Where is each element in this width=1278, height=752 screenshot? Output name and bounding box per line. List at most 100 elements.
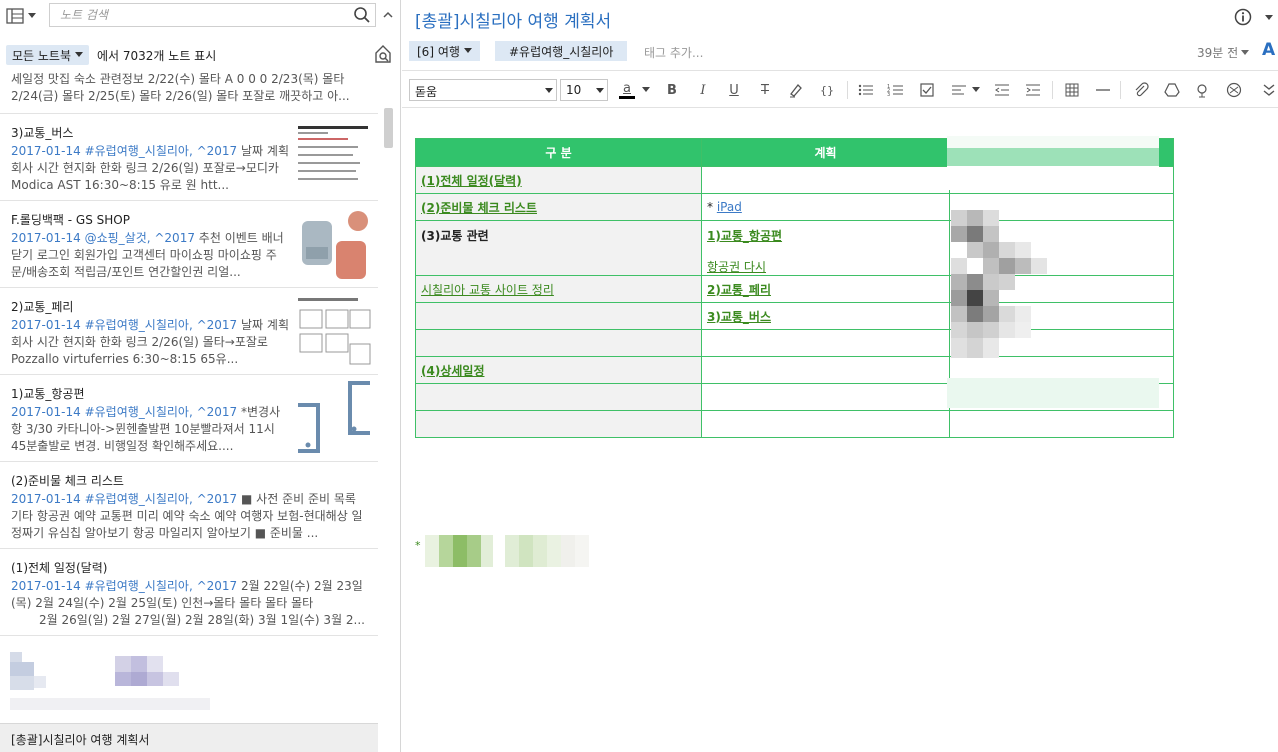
table-header-cell: 계획 <box>701 138 950 167</box>
note-date: 2017-01-14 <box>11 231 81 245</box>
outdent-icon[interactable] <box>993 81 1011 99</box>
list-item[interactable]: (1)전체 일정(달력) 2017-01-14 #유럽여행_시칠리아, ^201… <box>0 549 378 636</box>
plan-text[interactable]: iPad <box>717 200 742 214</box>
search-box <box>49 3 376 27</box>
note-date: 2017-01-14 <box>11 579 81 593</box>
search-input[interactable] <box>58 6 348 24</box>
extra-cell <box>949 383 1174 411</box>
list-item[interactable]: 3)교통_버스 2017-01-14 #유럽여행_시칠리아, ^2017 날짜 … <box>0 114 378 201</box>
tag-add-input[interactable]: 태그 추가... <box>644 44 703 61</box>
table-icon[interactable] <box>1063 81 1081 99</box>
note-thumbnail <box>296 207 372 283</box>
note-list-scrollbar[interactable] <box>384 108 393 148</box>
note-title: 2)교통_페리 <box>11 300 74 314</box>
note-title: (2)준비물 체크 리스트 <box>11 474 124 488</box>
numbered-list-icon[interactable]: 123 <box>887 81 905 99</box>
chevron-down-icon[interactable] <box>972 87 980 93</box>
font-color-button[interactable]: a <box>618 81 636 99</box>
attachment-icon[interactable] <box>1132 81 1150 99</box>
more-toolbar-icon[interactable] <box>1260 81 1278 99</box>
list-item[interactable]: 세일정 맛집 숙소 관련정보 2/22(수) 몰타 A 0 0 0 2/23(목… <box>0 73 378 114</box>
text-style-icon[interactable]: A <box>1262 40 1275 60</box>
search-icon[interactable] <box>353 6 371 24</box>
search-settings-icon[interactable] <box>373 44 393 64</box>
more-options-caret-icon[interactable] <box>1264 12 1274 22</box>
font-family-select[interactable]: 돋움 <box>409 79 557 101</box>
note-snippet: 2017-01-14 #유럽여행_시칠리아, ^2017 날짜 계획 회사 시간… <box>11 317 289 368</box>
table-row <box>415 410 1174 438</box>
encrypt-icon[interactable] <box>1225 81 1243 99</box>
category-cell: (3)교통 관련 <box>415 220 702 276</box>
note-list-pane: 모든 노트북 에서 7032개 노트 표시 세일정 맛집 숙소 관련정보 2/2… <box>0 0 401 752</box>
list-item[interactable]: 2)교통_페리 2017-01-14 #유럽여행_시칠리아, ^2017 날짜 … <box>0 288 378 375</box>
format-toolbar: 돋움 10 a B I U T {} 123 <box>402 70 1278 108</box>
category-cell: (2)준비물 체크 리스트 <box>415 193 702 221</box>
horizontal-rule-icon[interactable] <box>1094 81 1112 99</box>
font-size-select[interactable]: 10 <box>560 79 608 101</box>
category-text[interactable]: (1)전체 일정(달력) <box>421 174 522 188</box>
info-icon[interactable] <box>1234 8 1252 26</box>
code-block-button[interactable]: {} <box>818 81 836 99</box>
extra-cell <box>949 193 1174 221</box>
category-cell <box>415 410 702 438</box>
notebook-chip[interactable]: [6] 여행 <box>409 41 480 61</box>
bullet-prefix: * <box>707 200 717 214</box>
align-icon[interactable] <box>950 81 968 99</box>
plan-text[interactable]: 1)교통_항공편 <box>707 229 782 243</box>
toolbar-divider <box>847 81 848 99</box>
category-text[interactable]: 시칠리아 교통 사이트 정리 <box>421 283 554 297</box>
bullet-list-icon[interactable] <box>857 81 875 99</box>
extra-cell <box>949 356 1174 384</box>
category-cell <box>415 302 702 330</box>
chevron-down-icon[interactable] <box>642 87 650 93</box>
plan-cell: 2)교통_페리 <box>701 275 950 303</box>
extra-cell <box>949 220 1174 276</box>
drive-icon[interactable] <box>1163 81 1181 99</box>
note-snippet-text-2: 2월 26일(일) 2월 27일(월) 2월 28일(화) 3월 1일(수) 3… <box>39 613 365 627</box>
view-options-button[interactable] <box>6 6 44 26</box>
extra-cell <box>949 410 1174 438</box>
chevron-down-icon <box>28 13 36 18</box>
notebook-filter-bar: 모든 노트북 에서 7032개 노트 표시 <box>0 40 401 70</box>
highlighter-icon[interactable] <box>787 81 805 99</box>
plan-cell: 3)교통_버스 <box>701 302 950 330</box>
plan-cell <box>701 166 950 194</box>
toolbar-divider <box>1052 81 1053 99</box>
notebook-filter-dropdown[interactable]: 모든 노트북 <box>6 45 90 65</box>
note-snippet: 2017-01-14 #유럽여행_시칠리아, ^2017 날짜 계획 회사 시간… <box>11 143 289 194</box>
plan-text[interactable]: 3)교통_버스 <box>707 310 771 324</box>
plan-text-second[interactable]: 항공권 다시 <box>707 260 766 274</box>
list-item[interactable]: 1)교통_항공편 2017-01-14 #유럽여행_시칠리아, ^2017 *변… <box>0 375 378 462</box>
category-cell <box>415 383 702 411</box>
indent-icon[interactable] <box>1024 81 1042 99</box>
checkbox-icon[interactable] <box>918 81 936 99</box>
tag-chip[interactable]: #유럽여행_시칠리아 <box>495 41 628 61</box>
category-text[interactable]: (4)상세일정 <box>421 364 484 378</box>
category-text[interactable]: (2)준비물 체크 리스트 <box>421 201 537 215</box>
note-title: 1)교통_항공편 <box>11 387 85 401</box>
updated-time-label: 39분 전 <box>1197 46 1239 60</box>
table-row: (3)교통 관련 1)교통_항공편항공권 다시 <box>415 220 1174 276</box>
strikethrough-button[interactable]: T <box>756 81 774 99</box>
note-tags: #유럽여행_시칠리아, ^2017 <box>84 579 238 593</box>
blurred-note[interactable] <box>0 638 378 723</box>
chevron-down-icon <box>545 88 553 93</box>
underline-button[interactable]: U <box>725 81 743 99</box>
collapse-up-icon[interactable] <box>381 8 395 22</box>
list-item[interactable]: (2)준비물 체크 리스트 2017-01-14 #유럽여행_시칠리아, ^20… <box>0 462 378 549</box>
table-row: 3)교통_버스 <box>415 302 1174 330</box>
note-tags: #유럽여행_시칠리아, ^2017 <box>84 405 238 419</box>
plan-cell <box>701 383 950 411</box>
extra-cell <box>949 275 1174 303</box>
updated-time[interactable]: 39분 전 <box>1197 44 1250 61</box>
list-item[interactable]: F.롤딩백팩 - GS SHOP 2017-01-14 @쇼핑_살것, ^201… <box>0 201 378 288</box>
plan-text[interactable]: 2)교통_페리 <box>707 283 771 297</box>
bold-button[interactable]: B <box>663 81 681 99</box>
category-cell: (1)전체 일정(달력) <box>415 166 702 194</box>
record-audio-icon[interactable] <box>1194 81 1212 99</box>
table-header-row: 구 분 계획 <box>415 138 1174 167</box>
note-title[interactable]: [총괄]시칠리아 여행 계획서 <box>415 7 611 32</box>
pixelated-redaction: * <box>415 535 589 567</box>
italic-button[interactable]: I <box>694 81 712 99</box>
font-color-swatch <box>619 95 635 99</box>
